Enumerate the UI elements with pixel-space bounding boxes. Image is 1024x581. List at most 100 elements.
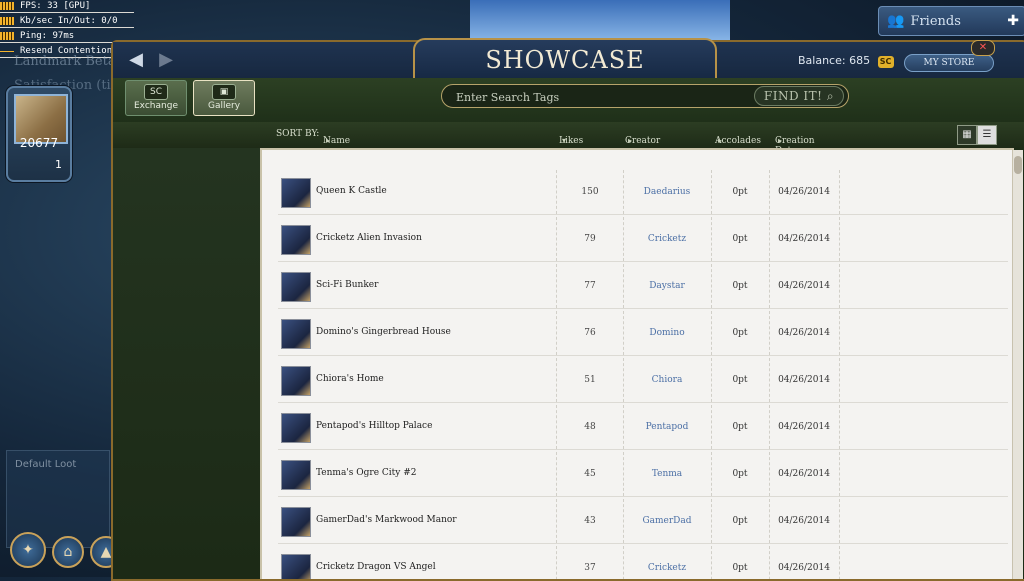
table-row[interactable]: Tenma's Ogre City #2 45 Tenma 0pt 04/26/2014 <box>278 452 1008 497</box>
search-input[interactable] <box>454 87 748 107</box>
build-accolades: 0pt <box>711 405 770 449</box>
table-row[interactable]: GamerDad's Markwood Manor 43 GamerDad 0pt 04… <box>278 499 1008 544</box>
build-name[interactable]: Pentapod's Hilltop Palace <box>316 421 432 431</box>
my-store-button[interactable]: MY STORE <box>904 54 994 72</box>
table-row[interactable]: Queen K Castle 150 Daedarius 0pt 04/26/2014 <box>278 170 1008 215</box>
item-stack: 1 <box>55 158 62 171</box>
build-creator[interactable]: Domino <box>623 311 712 355</box>
build-name[interactable]: Tenma's Ogre City #2 <box>316 468 417 478</box>
build-likes: 51 <box>556 358 624 402</box>
build-accolades: 0pt <box>711 264 770 308</box>
sc-coin-icon: SC <box>877 56 894 68</box>
build-date: 04/26/2014 <box>769 452 840 496</box>
table-row[interactable]: Sci-Fi Bunker 77 Daystar 0pt 04/26/2014 <box>278 264 1008 309</box>
mode-bar: SC Exchange ▣ Gallery FIND IT! ⌕ <box>113 78 1024 122</box>
build-creator[interactable]: Chiora <box>623 358 712 402</box>
friends-icon: 👥 <box>887 13 905 29</box>
balance: Balance: 685 SC <box>798 54 894 68</box>
build-likes: 37 <box>556 546 624 579</box>
build-date: 04/26/2014 <box>769 170 840 214</box>
ping-bar-icon <box>0 32 14 40</box>
build-name[interactable]: Sci-Fi Bunker <box>316 280 378 290</box>
magnifier-icon: ⌕ <box>826 89 835 103</box>
build-creator[interactable]: GamerDad <box>623 499 712 543</box>
exchange-tab[interactable]: SC Exchange <box>125 80 187 116</box>
build-name[interactable]: Queen K Castle <box>316 186 387 196</box>
build-creator[interactable]: Pentapod <box>623 405 712 449</box>
fps-bar-icon <box>0 2 14 10</box>
build-likes: 43 <box>556 499 624 543</box>
build-date: 04/26/2014 <box>769 358 840 402</box>
grid-view-icon[interactable]: ▦ <box>957 125 977 145</box>
build-date: 04/26/2014 <box>769 217 840 261</box>
showcase-list: Queen K Castle 150 Daedarius 0pt 04/26/2014 C… <box>260 148 1014 579</box>
window-title: SHOWCASE <box>485 46 645 74</box>
build-name[interactable]: Domino's Gingerbread House <box>316 327 451 337</box>
gallery-tab[interactable]: ▣ Gallery <box>193 80 255 116</box>
close-icon[interactable]: ✕ <box>971 40 995 56</box>
build-name[interactable]: Cricketz Alien Invasion <box>316 233 422 243</box>
build-creator[interactable]: Daedarius <box>623 170 712 214</box>
build-likes: 77 <box>556 264 624 308</box>
item-card[interactable]: 20677 1 <box>6 86 72 182</box>
friends-widget[interactable]: 👥 Friends ✚ <box>878 6 1024 36</box>
item-count: 20677 <box>19 136 59 150</box>
build-accolades: 0pt <box>711 358 770 402</box>
table-row[interactable]: Domino's Gingerbread House 76 Domino 0pt 04/… <box>278 311 1008 356</box>
chevron-down-icon: ▾ <box>562 136 567 145</box>
compass-icon[interactable]: ✦ <box>10 532 46 568</box>
build-thumbnail <box>281 178 311 208</box>
build-likes: 48 <box>556 405 624 449</box>
search-bar: FIND IT! ⌕ <box>441 84 849 108</box>
plus-icon[interactable]: ✚ <box>1007 13 1019 29</box>
build-thumbnail <box>281 554 311 579</box>
home-icon[interactable]: ⌂ <box>52 536 84 568</box>
table-row[interactable]: Chiora's Home 51 Chiora 0pt 04/26/2014 <box>278 358 1008 403</box>
build-name[interactable]: Cricketz Dragon VS Angel <box>316 562 436 572</box>
list-view-icon[interactable]: ☰ <box>977 125 997 145</box>
build-creator[interactable]: Tenma <box>623 452 712 496</box>
gallery-icon: ▣ <box>212 84 236 100</box>
build-date: 04/26/2014 <box>769 499 840 543</box>
build-accolades: 0pt <box>711 452 770 496</box>
build-creator[interactable]: Cricketz <box>623 217 712 261</box>
table-row[interactable]: Cricketz Alien Invasion 79 Cricketz 0pt 04/2… <box>278 217 1008 262</box>
find-it-button[interactable]: FIND IT! ⌕ <box>754 86 844 106</box>
kbsec-text: Kb/sec In/Out: 0/0 <box>20 16 118 26</box>
build-date: 04/26/2014 <box>769 311 840 355</box>
build-name[interactable]: GamerDad's Markwood Manor <box>316 515 457 525</box>
chevron-right-icon: ▸ <box>326 136 331 145</box>
find-it-label: FIND IT! <box>763 89 823 103</box>
build-date: 04/26/2014 <box>769 405 840 449</box>
balance-value: 685 <box>849 54 871 67</box>
chevron-right-icon: ▸ <box>778 136 783 145</box>
build-creator[interactable]: Cricketz <box>623 546 712 579</box>
table-row[interactable]: Pentapod's Hilltop Palace 48 Pentapod 0pt 04… <box>278 405 1008 450</box>
scrollbar[interactable] <box>1012 150 1023 579</box>
build-likes: 76 <box>556 311 624 355</box>
build-creator[interactable]: Daystar <box>623 264 712 308</box>
resend-line-icon <box>0 50 14 52</box>
build-thumbnail <box>281 460 311 490</box>
build-date: 04/26/2014 <box>769 546 840 579</box>
build-name[interactable]: Chiora's Home <box>316 374 384 384</box>
gallery-label: Gallery <box>207 101 241 111</box>
balance-label: Balance: <box>798 54 846 67</box>
exchange-icon: SC <box>144 84 168 100</box>
filter-sidebar <box>113 148 260 579</box>
sky-background <box>470 0 730 40</box>
build-accolades: 0pt <box>711 499 770 543</box>
kbsec-bar-icon <box>0 17 14 25</box>
window-topbar: ◀ ▶ SHOWCASE Balance: 685 SC MY STORE ✕ <box>113 38 1024 82</box>
build-likes: 45 <box>556 452 624 496</box>
build-thumbnail <box>281 507 311 537</box>
table-row[interactable]: Cricketz Dragon VS Angel 37 Cricketz 0pt 04/… <box>278 546 1008 579</box>
forward-arrow-icon[interactable]: ▶ <box>155 50 177 70</box>
fps-text: FPS: 33 [GPU] <box>20 1 91 11</box>
build-thumbnail <box>281 366 311 396</box>
sort-bar: SORT BY: Name ▸ Likes ▾ Creator ▸ Accolades… <box>113 122 1024 156</box>
scrollbar-thumb[interactable] <box>1014 156 1022 174</box>
back-arrow-icon[interactable]: ◀ <box>125 50 147 70</box>
build-accolades: 0pt <box>711 546 770 579</box>
title-plate: SHOWCASE <box>413 38 717 82</box>
